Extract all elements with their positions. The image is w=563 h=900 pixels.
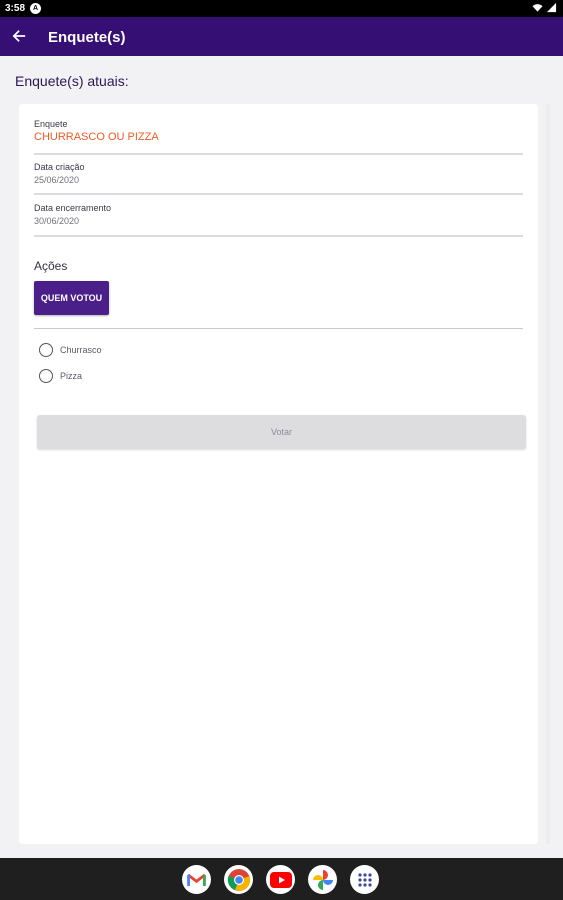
- creation-date-value: 25/06/2020: [34, 175, 80, 185]
- creation-date-field: Data criação 25/06/2020: [34, 162, 523, 195]
- end-date-field: Data encerramento 30/06/2020: [34, 203, 523, 237]
- notification-icon: A: [30, 3, 41, 14]
- wifi-icon: [532, 3, 543, 12]
- vote-button[interactable]: Votar: [37, 415, 526, 449]
- option-churrasco[interactable]: Churrasco: [39, 343, 102, 357]
- option-label: Churrasco: [60, 345, 102, 355]
- status-time: 3:58: [5, 3, 26, 14]
- battery-icon: [546, 2, 557, 13]
- chrome-icon[interactable]: [224, 865, 253, 894]
- youtube-icon[interactable]: [266, 865, 295, 894]
- photos-icon[interactable]: [308, 865, 337, 894]
- field-label: Data encerramento: [34, 203, 112, 213]
- field-label: Data criação: [34, 162, 85, 172]
- radio-button[interactable]: [39, 369, 53, 383]
- page-title: Enquete(s): [48, 29, 126, 46]
- end-date-value: 30/06/2020: [34, 216, 80, 226]
- back-button[interactable]: [8, 25, 30, 47]
- app-drawer-icon[interactable]: [350, 865, 379, 894]
- field-label: Enquete: [34, 119, 68, 129]
- gmail-icon[interactable]: [182, 865, 211, 894]
- option-pizza[interactable]: Pizza: [39, 369, 82, 383]
- taskbar: [0, 858, 563, 900]
- poll-card: Enquete CHURRASCO OU PIZZA Data criação …: [19, 104, 538, 844]
- option-label: Pizza: [60, 371, 83, 381]
- actions-heading: Ações: [34, 259, 68, 273]
- poll-title-field: Enquete CHURRASCO OU PIZZA: [34, 119, 523, 155]
- status-bar: 3:58 A: [0, 0, 563, 17]
- radio-button[interactable]: [39, 343, 53, 357]
- poll-title-value: CHURRASCO OU PIZZA: [34, 131, 159, 143]
- section-heading: Enquete(s) atuais:: [15, 73, 129, 89]
- next-card-edge: [546, 104, 550, 844]
- who-voted-button[interactable]: QUEM VOTOU: [34, 281, 109, 315]
- app-bar: Enquete(s): [0, 17, 563, 56]
- app-dock: [182, 865, 379, 894]
- status-icons: [532, 2, 557, 13]
- divider: [34, 328, 523, 329]
- arrow-left-icon: [12, 30, 26, 42]
